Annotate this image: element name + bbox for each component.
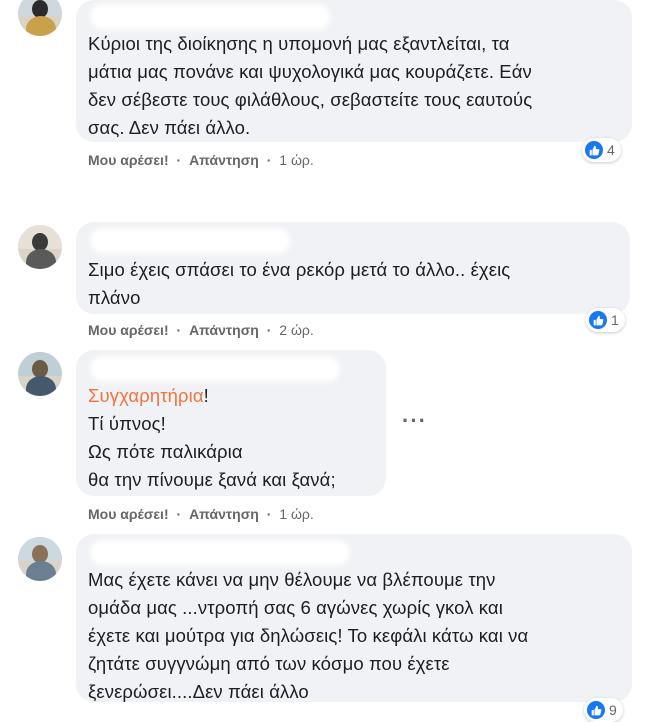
reply-button[interactable]: Απάντηση — [189, 152, 259, 168]
separator: · — [176, 322, 182, 338]
reply-button[interactable]: Απάντηση — [189, 506, 259, 522]
reaction-count: 1 — [611, 312, 619, 328]
comment-bubble: Μας έχετε κάνει να μην θέλουμε να βλέπου… — [76, 534, 632, 702]
reaction-summary[interactable]: 1 — [586, 308, 625, 332]
comment-first-line: Συγχαρητήρια! — [88, 382, 336, 410]
commenter-avatar[interactable] — [18, 352, 62, 396]
comment-text-line: πλάνο — [88, 287, 141, 308]
reaction-count: 4 — [607, 142, 615, 158]
highlight-suffix: ! — [203, 385, 209, 406]
comment-text-line: Μας έχετε κάνει να μην θέλουμε να βλέπου… — [88, 569, 496, 590]
reaction-summary[interactable]: 4 — [582, 138, 621, 162]
reply-button[interactable]: Απάντηση — [189, 322, 259, 338]
comment-timestamp[interactable]: 1 ώρ. — [279, 152, 313, 168]
separator: · — [176, 152, 182, 168]
like-button[interactable]: Μου αρέσει! — [88, 506, 169, 522]
comment-text-line: ομάδα μας ...ντροπή σας 6 αγώνες χωρίς γ… — [88, 597, 503, 618]
comment-text-line: Κύριοι της διοίκησης η υπομονή μας εξαντ… — [88, 33, 510, 54]
comment-text-line: δεν σέβεστε τους φιλάθλους, σεβαστείτε τ… — [88, 89, 533, 110]
comment-text-line: ξενερώσει....Δεν πάει άλλο — [88, 681, 309, 702]
like-button[interactable]: Μου αρέσει! — [88, 152, 169, 168]
comment-text-line: ζητάτε συγγνώμη από των κόσμο που έχετε — [88, 653, 450, 674]
separator: · — [266, 152, 272, 168]
comment-timestamp[interactable]: 1 ώρ. — [279, 506, 313, 522]
reaction-summary[interactable]: 9 — [584, 698, 623, 722]
like-reaction-icon — [585, 141, 603, 159]
separator: · — [176, 506, 182, 522]
comment-text-line: Τί ύπνος! — [88, 413, 166, 434]
comment-actions: Μου αρέσει! · Απάντηση · 1 ώρ. — [88, 152, 314, 168]
comment-text-line: μάτια μας πονάνε και ψυχολογικά μας κουρ… — [88, 61, 532, 82]
highlighted-word[interactable]: Συγχαρητήρια — [88, 385, 204, 406]
redacted-author-name — [90, 356, 340, 382]
redacted-author-name — [90, 4, 330, 30]
comment-bubble: Σιμο έχεις σπάσει το ένα ρεκόρ μετά το ά… — [76, 222, 630, 314]
comment-actions: Μου αρέσει! · Απάντηση · 1 ώρ. — [88, 506, 314, 522]
separator: · — [266, 506, 272, 522]
like-reaction-icon — [587, 701, 605, 719]
redacted-author-name — [90, 540, 350, 566]
like-reaction-icon — [589, 311, 607, 329]
comment-text-line: έχετε και μούτρα για δηλώσεις! Το κεφάλι… — [88, 625, 529, 646]
comment-text-line: θα την πίνουμε ξανά και ξανά; — [88, 469, 336, 490]
comment-bubble: Συγχαρητήρια! Τί ύπνος! Ως πότε παλικάρι… — [76, 350, 386, 496]
separator: · — [266, 322, 272, 338]
commenter-avatar[interactable] — [18, 537, 62, 581]
like-button[interactable]: Μου αρέσει! — [88, 322, 169, 338]
more-options-icon[interactable]: ··· — [402, 410, 427, 432]
comment-actions: Μου αρέσει! · Απάντηση · 2 ώρ. — [88, 322, 314, 338]
comment-timestamp[interactable]: 2 ώρ. — [279, 322, 313, 338]
reaction-count: 9 — [609, 702, 617, 718]
comment-bubble: Κύριοι της διοίκησης η υπομονή μας εξαντ… — [76, 0, 632, 142]
commenter-avatar[interactable] — [18, 225, 62, 269]
comment-text-line: Σιμο έχεις σπάσει το ένα ρεκόρ μετά το ά… — [88, 259, 511, 280]
comment-text-line: Ως πότε παλικάρια — [88, 441, 243, 462]
redacted-author-name — [90, 228, 290, 254]
commenter-avatar[interactable] — [18, 0, 62, 36]
comment-text-line: σας. Δεν πάει άλλο. — [88, 117, 251, 138]
